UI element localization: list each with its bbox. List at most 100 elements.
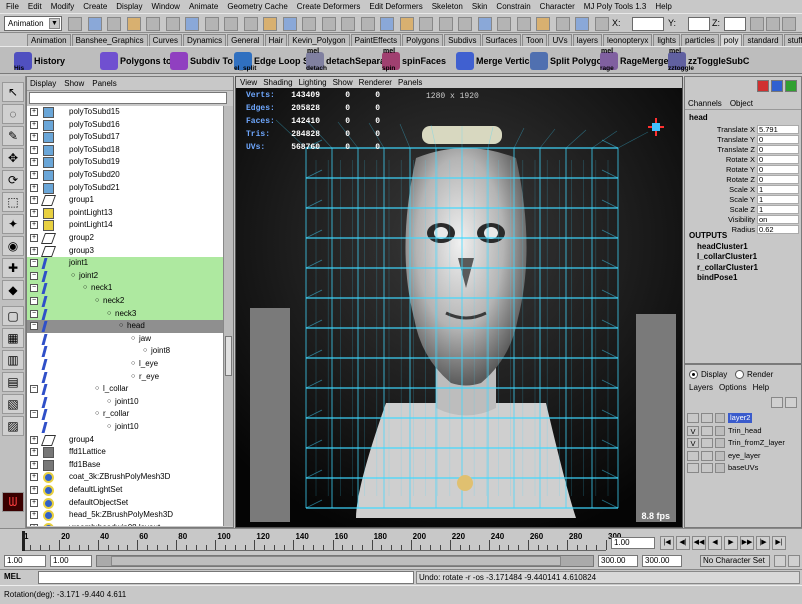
- current-frame-field[interactable]: 1.00: [611, 537, 655, 549]
- outliner-item[interactable]: ○ jaw: [27, 333, 223, 346]
- shelf-tab-uvs[interactable]: UVs: [548, 34, 572, 46]
- menu-constrain[interactable]: Constrain: [496, 2, 530, 11]
- outliner-menu-show[interactable]: Show: [64, 79, 84, 88]
- outliner-scrollbar[interactable]: [223, 106, 233, 526]
- expand-icon[interactable]: +: [30, 183, 38, 192]
- expand-icon[interactable]: +: [30, 511, 38, 520]
- layer-type-toggle[interactable]: [701, 413, 713, 423]
- menu-file[interactable]: File: [6, 2, 19, 11]
- layer-row[interactable]: baseUVs: [687, 463, 797, 474]
- collapse-icon[interactable]: −: [30, 322, 38, 331]
- soft-mod-tool-icon[interactable]: ◉: [2, 236, 24, 256]
- layer-row[interactable]: layer2: [687, 413, 797, 424]
- collapse-icon[interactable]: −: [30, 259, 38, 268]
- expand-icon[interactable]: +: [30, 171, 38, 179]
- menu-mj-poly-tools-1-3[interactable]: MJ Poly Tools 1.3: [584, 2, 647, 11]
- layer-menu-help[interactable]: Help: [753, 383, 769, 392]
- snap-curve-icon[interactable]: [399, 17, 414, 31]
- outliner-item[interactable]: − ○ joint2: [27, 269, 223, 283]
- display-radio[interactable]: Display: [689, 370, 727, 379]
- expand-icon[interactable]: +: [30, 208, 38, 217]
- expand-icon[interactable]: +: [30, 158, 38, 167]
- start-time-field[interactable]: 1.00: [4, 555, 46, 567]
- layer-visibility-toggle[interactable]: [687, 450, 699, 461]
- attribute-row[interactable]: Translate Z0: [685, 145, 801, 155]
- outliner-item[interactable]: + polyToSubd20: [27, 169, 223, 182]
- expand-icon[interactable]: +: [30, 196, 38, 205]
- layer-color-swatch[interactable]: [715, 425, 725, 436]
- expand-icon[interactable]: +: [30, 448, 38, 457]
- outliner-item[interactable]: + polyToSubd16: [27, 119, 223, 132]
- output-node[interactable]: bindPose1: [697, 273, 758, 284]
- attribute-row[interactable]: Rotate X0: [685, 155, 801, 165]
- outliner-item[interactable]: + coat_3k:ZBrushPolyMesh3D: [27, 471, 223, 484]
- viewport-menu-renderer[interactable]: Renderer: [359, 78, 392, 87]
- expand-icon[interactable]: +: [30, 120, 38, 129]
- shelf-button-detachsepara[interactable]: detach mel detachSepara: [306, 48, 385, 73]
- input-ops-icon[interactable]: [497, 17, 511, 31]
- attribute-value-field[interactable]: on: [757, 215, 799, 224]
- go-to-end-icon[interactable]: ▶|: [772, 536, 786, 550]
- x-input[interactable]: [632, 17, 664, 31]
- attribute-value-field[interactable]: 0.62: [757, 225, 799, 234]
- graph-layout-icon[interactable]: ▤: [2, 372, 24, 392]
- channel-box-tab-object[interactable]: Object: [730, 99, 753, 108]
- manipulator-tool-icon[interactable]: ✦: [2, 214, 24, 234]
- menu-modify[interactable]: Modify: [51, 2, 75, 11]
- dynamics-mask-icon[interactable]: [282, 17, 297, 31]
- attribute-row[interactable]: Scale X1: [685, 185, 801, 195]
- viewport-menu-lighting[interactable]: Lighting: [299, 78, 327, 87]
- menu-animate[interactable]: Animate: [189, 2, 218, 11]
- outliner-item[interactable]: ○ joint10: [27, 396, 223, 409]
- output-node[interactable]: r_collarCluster1: [697, 263, 758, 274]
- shelf-tab-general[interactable]: General: [227, 34, 264, 46]
- render-frame-icon[interactable]: [536, 17, 550, 31]
- attribute-value-field[interactable]: 0: [757, 135, 799, 144]
- menu-character[interactable]: Character: [540, 2, 575, 11]
- lock-icon[interactable]: [360, 17, 375, 31]
- range-handle[interactable]: [111, 556, 561, 566]
- outliner-item[interactable]: + head_5k:ZBrushPolyMesh3D: [27, 509, 223, 522]
- viewport-menu-shading[interactable]: Shading: [263, 78, 292, 87]
- layer-visibility-toggle[interactable]: V: [687, 438, 699, 448]
- deform-mask-icon[interactable]: [263, 17, 277, 31]
- shelf-tab-layers[interactable]: layers: [572, 34, 602, 46]
- attribute-value-field[interactable]: 0: [757, 145, 799, 154]
- outliner-item[interactable]: + polyToSubd17: [27, 131, 223, 144]
- outliner-item[interactable]: ○ l_eye: [27, 358, 223, 371]
- menu-edit[interactable]: Edit: [28, 2, 42, 11]
- layer-color-swatch[interactable]: [715, 413, 725, 423]
- outliner-item[interactable]: + polyToSubd21: [27, 182, 223, 195]
- snap-point-icon[interactable]: [419, 17, 433, 31]
- outliner-scroll-thumb[interactable]: [225, 336, 232, 376]
- render-mask-icon[interactable]: [302, 17, 316, 31]
- menu-create[interactable]: Create: [83, 2, 107, 11]
- render-globals-icon[interactable]: [575, 17, 589, 31]
- attribute-row[interactable]: Translate Y0: [685, 135, 801, 145]
- outliner-item[interactable]: ○ joint8: [27, 345, 223, 358]
- key-icon[interactable]: [774, 555, 786, 567]
- layer-row[interactable]: V Trin_head: [687, 425, 797, 437]
- channel-box-tab-channels[interactable]: Channels: [688, 99, 722, 108]
- go-to-start-icon[interactable]: |◀: [660, 536, 674, 550]
- shelf-button-polygons-to-s[interactable]: Polygons to S: [100, 49, 180, 73]
- expand-icon[interactable]: +: [30, 460, 38, 469]
- output-node[interactable]: l_collarCluster1: [697, 252, 758, 263]
- outliner-item[interactable]: + group1: [27, 194, 223, 207]
- expand-icon[interactable]: +: [30, 133, 38, 142]
- attribute-icon[interactable]: [785, 80, 797, 92]
- shelf-tab-kevin-polygon[interactable]: Kevin_Polygon: [288, 34, 350, 46]
- shelf-tab-painteffects[interactable]: PaintEffects: [350, 34, 402, 46]
- expand-icon[interactable]: +: [30, 246, 38, 255]
- layer-visibility-toggle[interactable]: V: [687, 425, 699, 436]
- history-icon[interactable]: [477, 17, 492, 31]
- menu-display[interactable]: Display: [116, 2, 142, 11]
- four-view-layout-icon[interactable]: ▦: [2, 328, 24, 348]
- layer-row[interactable]: V Trin_fromZ_layer: [687, 438, 797, 449]
- step-forward-key-icon[interactable]: ▶▶: [740, 536, 754, 550]
- shelf-tab-surfaces[interactable]: Surfaces: [481, 34, 522, 46]
- move-tool-icon[interactable]: ✥: [2, 148, 24, 168]
- viewport-menu-show[interactable]: Show: [333, 78, 353, 87]
- expand-icon[interactable]: +: [30, 108, 38, 116]
- layer-color-swatch[interactable]: [715, 450, 725, 461]
